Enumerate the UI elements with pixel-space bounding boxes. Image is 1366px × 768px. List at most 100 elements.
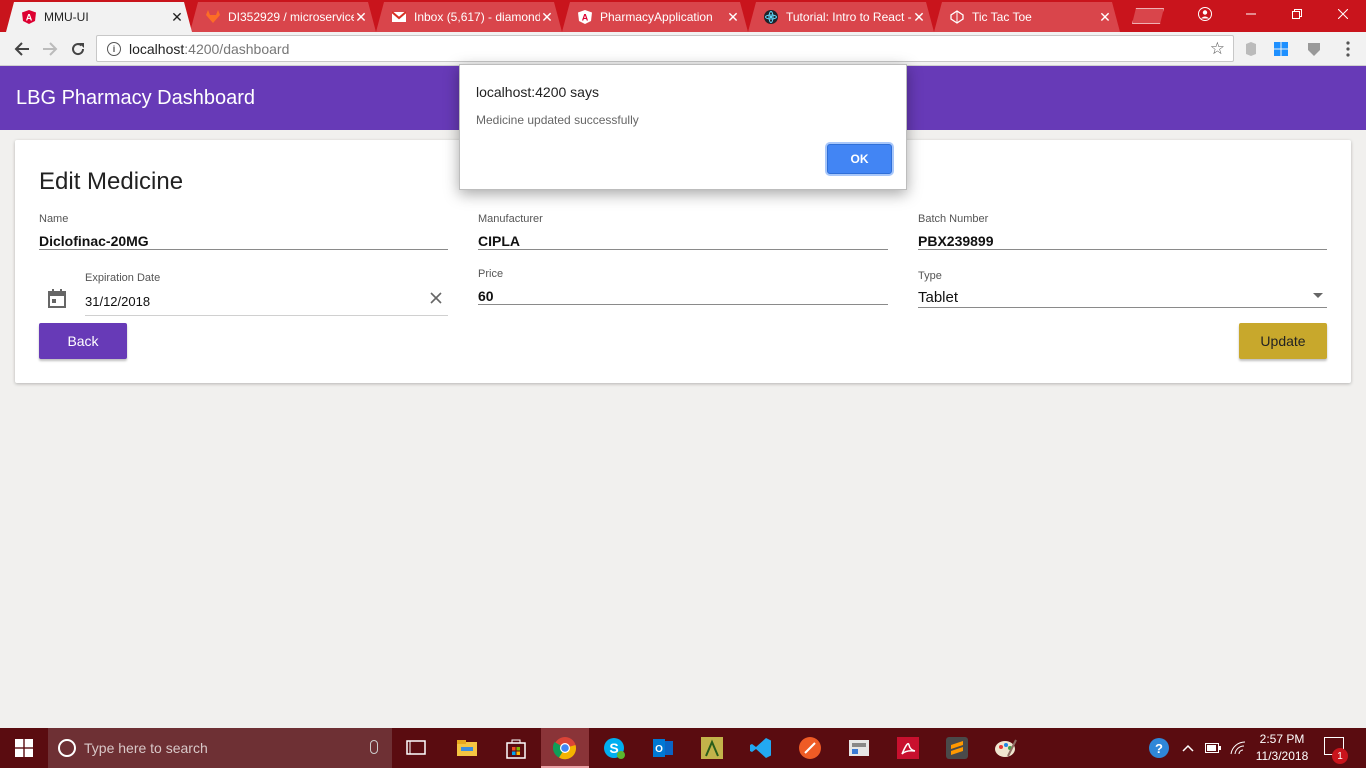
batch-number-label: Batch Number (918, 213, 989, 225)
name-value[interactable]: Diclofinac-20MG (39, 233, 149, 249)
dialog-message: Medicine updated successfully (476, 113, 639, 127)
taskbar-search[interactable]: Type here to search (48, 728, 392, 768)
menu-icon[interactable] (1336, 37, 1360, 61)
shield-extension-icon[interactable] (1306, 41, 1322, 57)
name-underline (39, 249, 448, 250)
task-view-icon[interactable] (404, 736, 428, 760)
paint-icon[interactable] (994, 736, 1018, 760)
taskbar-clock[interactable]: 2:57 PM 11/3/2018 (1250, 731, 1314, 765)
price-underline (478, 304, 888, 305)
price-label: Price (478, 268, 504, 280)
name-label: Name (39, 213, 69, 225)
expiration-date-label: Expiration Date (85, 272, 161, 284)
update-button[interactable]: Update (1239, 323, 1327, 359)
alert-dialog: localhost:4200 says Medicine updated suc… (459, 64, 907, 190)
manufacturer-field[interactable]: Manufacturer CIPLA (478, 212, 888, 252)
calendar-icon[interactable] (48, 289, 66, 308)
microphone-icon[interactable] (370, 740, 378, 754)
type-value: Tablet (918, 289, 959, 306)
dialog-title: localhost:4200 says (476, 84, 599, 100)
manufacturer-label: Manufacturer (478, 213, 543, 225)
clear-date-icon[interactable] (429, 291, 443, 305)
game-app-icon[interactable] (700, 736, 724, 760)
extension-icon[interactable] (1243, 41, 1259, 57)
windows-extension-icon[interactable] (1273, 41, 1289, 57)
notification-badge: 1 (1332, 748, 1348, 764)
angular-icon: A (22, 10, 36, 24)
windows-taskbar: Type here to search S O ? 2:57 PM 11/3/2… (0, 728, 1366, 768)
expiration-date-underline (85, 315, 448, 316)
chrome-icon[interactable] (553, 736, 577, 760)
browser-tab-gmail[interactable]: Inbox (5,617) - diamond ✕ (376, 2, 562, 32)
close-tab-icon[interactable]: ✕ (540, 9, 554, 26)
bookmark-star-icon[interactable]: ☆ (1210, 39, 1225, 59)
tab-title: Tutorial: Intro to React - (786, 10, 912, 24)
profile-icon[interactable] (1182, 0, 1228, 28)
type-underline (918, 307, 1327, 308)
app-title: LBG Pharmacy Dashboard (16, 87, 256, 109)
outlook-icon[interactable]: O (651, 736, 675, 760)
type-select[interactable]: Type Tablet (918, 269, 1327, 309)
clock-date: 11/3/2018 (1255, 749, 1309, 763)
url-host: localhost (129, 40, 185, 57)
ok-button[interactable]: OK (827, 144, 892, 174)
manufacturer-value[interactable]: CIPLA (478, 233, 520, 249)
gitlab-icon (206, 10, 220, 24)
sublime-text-icon[interactable] (945, 736, 969, 760)
clock-time: 2:57 PM (1259, 732, 1305, 746)
tab-title: PharmacyApplication (600, 10, 713, 24)
manufacturer-underline (478, 249, 888, 250)
address-bar[interactable]: i localhost:4200/dashboard ☆ (96, 35, 1234, 62)
help-icon[interactable]: ? (1148, 737, 1170, 759)
back-arrow-icon[interactable] (10, 37, 34, 61)
wifi-icon[interactable] (1230, 728, 1246, 768)
close-tab-icon[interactable]: ✕ (1098, 9, 1112, 26)
expiration-date-value[interactable]: 31/12/2018 (85, 294, 150, 309)
postman-icon[interactable] (798, 736, 822, 760)
close-tab-icon[interactable]: ✕ (170, 9, 184, 26)
batch-number-value[interactable]: PBX239899 (918, 233, 994, 249)
new-tab-button[interactable] (1132, 8, 1164, 24)
chevron-down-icon[interactable] (1313, 293, 1323, 298)
start-button[interactable] (0, 728, 48, 768)
close-tab-icon[interactable]: ✕ (912, 9, 926, 26)
browser-tab-pharmacy[interactable]: A PharmacyApplication ✕ (562, 2, 748, 32)
expiration-date-field[interactable]: Expiration Date 31/12/2018 (85, 271, 448, 317)
svg-text:O: O (655, 744, 663, 755)
angular-icon: A (578, 10, 592, 24)
browser-toolbar: i localhost:4200/dashboard ☆ (0, 32, 1366, 66)
vscode-icon[interactable] (749, 736, 773, 760)
browser-tab-tictactoe[interactable]: Tic Tac Toe ✕ (934, 2, 1120, 32)
tab-title: Inbox (5,617) - diamond (414, 10, 540, 24)
close-tab-icon[interactable]: ✕ (726, 9, 740, 26)
browser-tab-react[interactable]: Tutorial: Intro to React - ✕ (748, 2, 934, 32)
svg-text:A: A (26, 13, 33, 23)
windows-logo-icon (15, 739, 33, 757)
browser-tab-gitlab[interactable]: DI352929 / microservice ✕ (190, 2, 376, 32)
info-icon[interactable]: i (107, 41, 121, 56)
back-button[interactable]: Back (39, 323, 127, 359)
cortana-icon (58, 739, 76, 757)
batch-number-field[interactable]: Batch Number PBX239899 (918, 212, 1327, 252)
forward-arrow-icon[interactable] (38, 37, 62, 61)
reload-icon[interactable] (66, 37, 90, 61)
react-icon (764, 10, 778, 24)
price-value[interactable]: 60 (478, 288, 494, 304)
skype-icon[interactable]: S (602, 736, 626, 760)
browser-tab-strip: A MMU-UI ✕ DI352929 / microservice ✕ Inb… (0, 0, 1366, 32)
file-explorer-icon[interactable] (455, 736, 479, 760)
codepen-icon (950, 10, 964, 24)
network-tool-icon[interactable] (847, 736, 871, 760)
restore-icon[interactable] (1274, 0, 1320, 28)
store-icon[interactable] (504, 736, 528, 760)
acrobat-icon[interactable] (896, 736, 920, 760)
browser-tab-mmu-ui[interactable]: A MMU-UI ✕ (6, 2, 192, 32)
chevron-up-icon[interactable] (1182, 728, 1194, 768)
close-tab-icon[interactable]: ✕ (354, 9, 368, 26)
name-field[interactable]: Name Diclofinac-20MG (39, 212, 448, 252)
minimize-icon[interactable] (1228, 0, 1274, 28)
price-field[interactable]: Price 60 (478, 267, 888, 307)
battery-icon[interactable] (1205, 728, 1221, 768)
tab-title: MMU-UI (44, 10, 89, 24)
close-window-icon[interactable] (1320, 0, 1366, 28)
